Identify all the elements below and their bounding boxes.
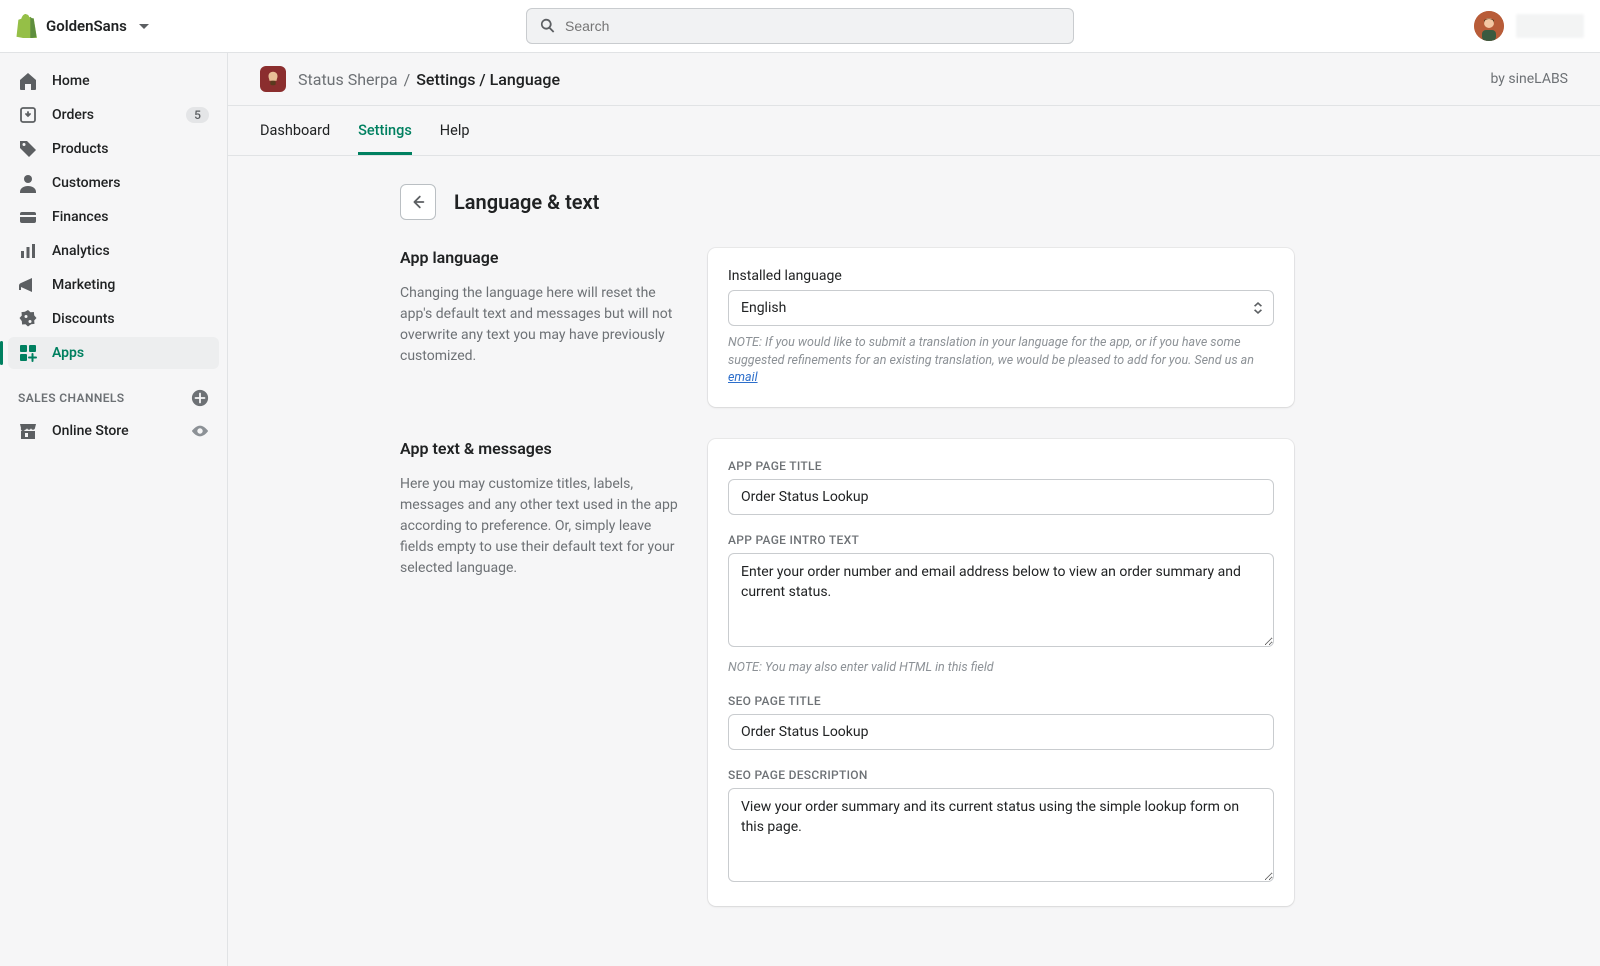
language-card: Installed language English NOTE: If you … (708, 248, 1294, 407)
section-app-language-title: App language (400, 248, 688, 267)
back-button[interactable] (400, 184, 436, 220)
text-card: APP PAGE TITLE APP PAGE INTRO TEXT NOTE:… (708, 439, 1294, 907)
nav-label: Home (52, 73, 90, 89)
nav-marketing[interactable]: Marketing (8, 269, 219, 301)
by-line: by sineLABS (1490, 71, 1568, 87)
search-input-wrap[interactable] (526, 8, 1074, 44)
nav-analytics[interactable]: Analytics (8, 235, 219, 267)
megaphone-icon (18, 275, 38, 295)
tabs: Dashboard Settings Help (228, 106, 1600, 156)
app-page-intro-label: APP PAGE INTRO TEXT (728, 533, 1274, 547)
app-icon (260, 66, 286, 92)
seo-desc-textarea[interactable] (728, 788, 1274, 882)
section-text-desc: Here you may customize titles, labels, m… (400, 474, 688, 579)
nav-products[interactable]: Products (8, 133, 219, 165)
email-link[interactable]: email (728, 370, 758, 385)
nav-home[interactable]: Home (8, 65, 219, 97)
seo-title-label: SEO PAGE TITLE (728, 694, 1274, 708)
nav-label: Customers (52, 175, 120, 191)
breadcrumb-current: Settings / Language (416, 70, 560, 89)
nav-customers[interactable]: Customers (8, 167, 219, 199)
tab-settings[interactable]: Settings (358, 106, 412, 155)
orders-badge: 5 (186, 107, 209, 123)
installed-language-select[interactable]: English (728, 290, 1274, 326)
add-channel-button[interactable] (191, 389, 209, 407)
nav-label: Apps (52, 345, 84, 361)
sales-channels-heading: SALES CHANNELS (8, 371, 219, 415)
language-note: NOTE: If you would like to submit a tran… (728, 334, 1274, 387)
nav-label: Finances (52, 209, 108, 225)
avatar[interactable] (1474, 11, 1504, 41)
store-icon (18, 421, 38, 441)
search-icon (539, 17, 557, 35)
nav-label: Marketing (52, 277, 115, 293)
topbar: GoldenSans (0, 0, 1600, 53)
page-title: Language & text (454, 190, 599, 214)
nav-orders[interactable]: Orders 5 (8, 99, 219, 131)
vendor-logo (1516, 14, 1584, 38)
orders-icon (18, 105, 38, 125)
sidebar: Home Orders 5 Products Customers Finance… (0, 53, 228, 966)
store-selector[interactable]: GoldenSans (16, 14, 149, 38)
discount-icon (18, 309, 38, 329)
nav-label: Discounts (52, 311, 115, 327)
breadcrumb: Status Sherpa / Settings / Language (298, 70, 560, 89)
analytics-icon (18, 241, 38, 261)
store-name: GoldenSans (46, 17, 127, 35)
nav-label: Orders (52, 107, 94, 123)
breadcrumb-app[interactable]: Status Sherpa (298, 70, 398, 89)
nav-label: Online Store (52, 423, 129, 439)
intro-note: NOTE: You may also enter valid HTML in t… (728, 659, 1274, 677)
nav-discounts[interactable]: Discounts (8, 303, 219, 335)
nav-online-store[interactable]: Online Store (8, 415, 219, 447)
app-page-title-label: APP PAGE TITLE (728, 459, 1274, 473)
tab-dashboard[interactable]: Dashboard (260, 106, 330, 155)
seo-title-input[interactable] (728, 714, 1274, 750)
section-app-language-desc: Changing the language here will reset th… (400, 283, 688, 367)
finances-icon (18, 207, 38, 227)
apps-icon (18, 343, 38, 363)
search-input[interactable] (565, 18, 1061, 34)
person-icon (18, 173, 38, 193)
shopify-logo-icon (16, 14, 38, 38)
tag-icon (18, 139, 38, 159)
seo-desc-label: SEO PAGE DESCRIPTION (728, 768, 1274, 782)
app-page-intro-textarea[interactable] (728, 553, 1274, 647)
caret-down-icon (139, 24, 149, 29)
nav-finances[interactable]: Finances (8, 201, 219, 233)
installed-language-label: Installed language (728, 268, 1274, 284)
home-icon (18, 71, 38, 91)
nav-apps[interactable]: Apps (8, 337, 219, 369)
main-content: Status Sherpa / Settings / Language by s… (228, 53, 1600, 966)
nav-label: Analytics (52, 243, 110, 259)
app-header: Status Sherpa / Settings / Language by s… (228, 53, 1600, 106)
nav-label: Products (52, 141, 109, 157)
view-store-button[interactable] (191, 422, 209, 440)
tab-help[interactable]: Help (440, 106, 470, 155)
section-text-title: App text & messages (400, 439, 688, 458)
app-page-title-input[interactable] (728, 479, 1274, 515)
